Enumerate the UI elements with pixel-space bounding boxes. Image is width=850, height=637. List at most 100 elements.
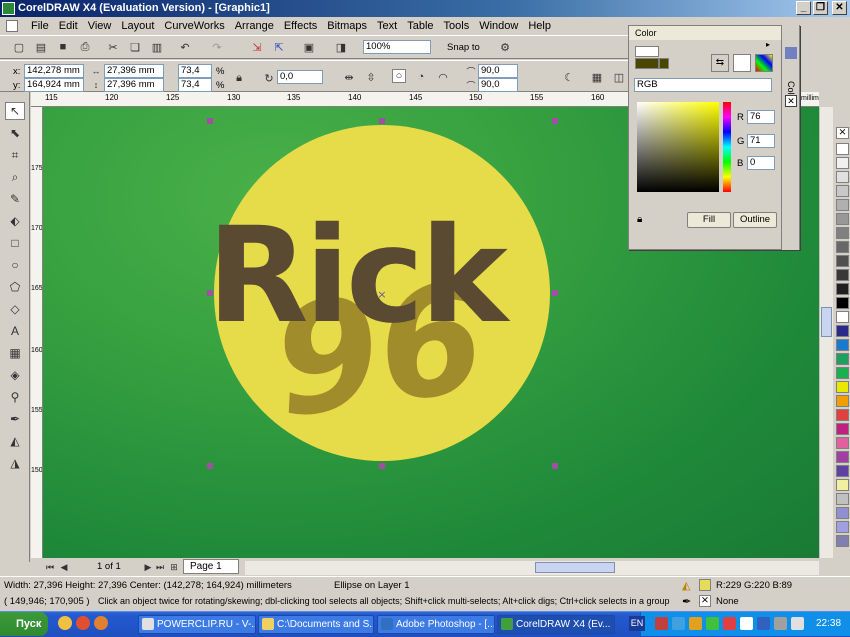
mirror-horizontal-icon[interactable]: ⇹ <box>342 70 356 84</box>
palette-swatch[interactable] <box>836 535 849 547</box>
redo-icon[interactable]: ↷ <box>210 40 224 54</box>
add-page-icon[interactable]: ⊞ <box>167 560 181 574</box>
vertical-scrollbar[interactable] <box>819 107 833 558</box>
menu-layout[interactable]: Layout <box>116 20 159 32</box>
docker-flyout-icon[interactable]: ▸ <box>766 40 770 49</box>
selection-handle[interactable] <box>552 118 558 124</box>
palette-swatch[interactable] <box>836 241 849 253</box>
menu-tools[interactable]: Tools <box>439 20 475 32</box>
color-palettes-icon[interactable] <box>755 54 773 72</box>
hscroll-thumb[interactable] <box>535 562 615 573</box>
eyedropper-tool-icon[interactable]: ⚲ <box>5 388 25 406</box>
interactive-fill-tool-icon[interactable]: ◮ <box>5 454 25 472</box>
polygon-tool-icon[interactable]: ⬠ <box>5 278 25 296</box>
taskbar-item-coreldraw[interactable]: CorelDRAW X4 (Ev... <box>497 615 615 634</box>
selection-handle[interactable] <box>379 118 385 124</box>
pick-tool-icon[interactable]: ↖ <box>5 102 25 120</box>
snap-to-dropdown[interactable]: Snap to <box>447 42 480 53</box>
tray-icon[interactable] <box>757 617 770 630</box>
save-icon[interactable]: ■ <box>56 40 70 54</box>
palette-swatch[interactable] <box>836 353 849 365</box>
quicklaunch-icon-2[interactable] <box>76 616 90 630</box>
taskbar-item-photoshop[interactable]: Adobe Photoshop - [... <box>377 615 495 634</box>
welcome-screen-icon[interactable]: ◨ <box>334 40 348 54</box>
selection-handle[interactable] <box>207 290 213 296</box>
fill-tool-icon[interactable]: ◭ <box>5 432 25 450</box>
menu-file[interactable]: File <box>26 20 54 32</box>
new-icon[interactable]: ▢ <box>12 40 26 54</box>
fill-color-swatch[interactable] <box>699 579 711 591</box>
shape-tool-icon[interactable]: ⬉ <box>5 124 25 142</box>
menu-view[interactable]: View <box>83 20 117 32</box>
copy-icon[interactable]: ❏ <box>128 40 142 54</box>
zoom-level-select[interactable]: 100% <box>363 40 431 54</box>
palette-swatch[interactable] <box>836 199 849 211</box>
selection-handle[interactable] <box>552 290 558 296</box>
tray-icon[interactable] <box>672 617 685 630</box>
quicklaunch-icon-3[interactable] <box>94 616 108 630</box>
menu-effects[interactable]: Effects <box>279 20 322 32</box>
color-model-select[interactable]: RGB <box>634 78 772 92</box>
lock-ratio-icon[interactable]: 🔒︎ <box>232 71 246 85</box>
palette-swatch[interactable] <box>836 171 849 183</box>
vertical-ruler[interactable]: 175 170 165 160 155 150 millimeters <box>31 107 43 558</box>
outline-color-swatch[interactable]: ⨯ <box>699 595 711 607</box>
ellipse-tool-icon[interactable]: ○ <box>5 256 25 274</box>
tray-icon[interactable] <box>774 617 787 630</box>
scale-x-field[interactable]: 73,4 <box>178 64 212 78</box>
outline-tool-icon[interactable]: ✒ <box>5 410 25 428</box>
selection-handle[interactable] <box>207 463 213 469</box>
pie-icon[interactable]: ◔ <box>414 70 428 84</box>
selection-handle[interactable] <box>207 118 213 124</box>
palette-swatch[interactable] <box>836 297 849 309</box>
palette-swatch[interactable] <box>836 381 849 393</box>
last-page-icon[interactable]: ⏭ <box>153 560 167 574</box>
tray-icon[interactable] <box>791 617 804 630</box>
arc-icon[interactable]: ◠ <box>436 70 450 84</box>
app-launcher-icon[interactable]: ▣ <box>302 40 316 54</box>
palette-swatch[interactable] <box>836 339 849 351</box>
scale-y-field[interactable]: 73,4 <box>178 78 212 92</box>
minimize-button[interactable]: _ <box>796 1 811 15</box>
text-tool-icon[interactable]: A <box>5 322 25 340</box>
clock[interactable]: 22:38 <box>816 618 841 629</box>
tray-icon[interactable] <box>706 617 719 630</box>
table-tool-icon[interactable]: ▦ <box>5 344 25 362</box>
y-position-field[interactable]: 164,924 mm <box>24 78 84 92</box>
end-angle-field[interactable]: 90,0 <box>478 78 518 92</box>
tray-icon[interactable] <box>740 617 753 630</box>
menu-arrange[interactable]: Arrange <box>230 20 279 32</box>
lock-icon[interactable]: 🔒︎ <box>637 214 642 225</box>
palette-swatch[interactable] <box>836 395 849 407</box>
palette-swatch[interactable] <box>836 409 849 421</box>
ellipse-icon[interactable]: ○ <box>392 69 406 83</box>
menu-window[interactable]: Window <box>474 20 523 32</box>
undo-icon[interactable]: ↶ <box>178 40 192 54</box>
direction-icon[interactable]: ☾ <box>562 70 576 84</box>
palette-swatch[interactable] <box>836 157 849 169</box>
color-picker-area[interactable] <box>637 102 719 192</box>
palette-swatch[interactable] <box>836 283 849 295</box>
tray-icon[interactable] <box>723 617 736 630</box>
document-icon[interactable] <box>6 20 18 32</box>
menu-curveworks[interactable]: CurveWorks <box>159 20 229 32</box>
taskbar-item-powerclip[interactable]: POWERCLIP.RU - V-... <box>138 615 256 634</box>
tray-icon[interactable] <box>655 617 668 630</box>
first-page-icon[interactable]: ⏮ <box>43 560 57 574</box>
menu-help[interactable]: Help <box>523 20 556 32</box>
height-field[interactable]: 27,396 mm <box>104 78 164 92</box>
rectangle-tool-icon[interactable]: □ <box>5 234 25 252</box>
green-value-field[interactable]: 71 <box>747 134 775 148</box>
selection-handle[interactable] <box>552 463 558 469</box>
language-indicator[interactable]: EN <box>629 616 645 631</box>
tray-icon[interactable] <box>689 617 702 630</box>
color-tab-icon[interactable] <box>785 47 797 59</box>
freehand-tool-icon[interactable]: ✎ <box>5 190 25 208</box>
interactive-blend-tool-icon[interactable]: ◈ <box>5 366 25 384</box>
palette-swatch[interactable] <box>836 437 849 449</box>
menu-edit[interactable]: Edit <box>54 20 83 32</box>
paste-icon[interactable]: ▥ <box>150 40 164 54</box>
center-marker[interactable]: × <box>377 288 386 301</box>
palette-swatch[interactable] <box>836 493 849 505</box>
menu-text[interactable]: Text <box>372 20 402 32</box>
